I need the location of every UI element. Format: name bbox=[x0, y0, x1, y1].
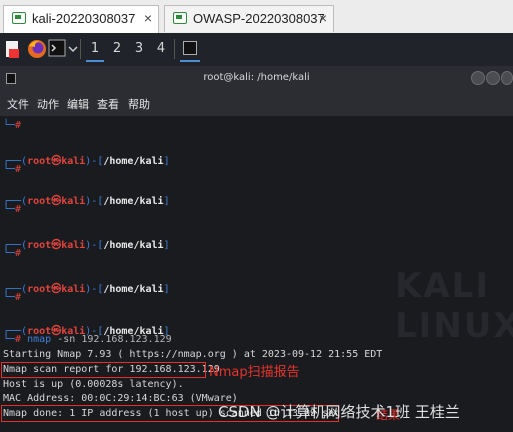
close-button[interactable] bbox=[501, 71, 513, 85]
taskbar-terminal-icon[interactable] bbox=[180, 38, 200, 62]
top-panel: 1 2 3 4 bbox=[0, 33, 513, 66]
output-line: MAC Address: 00:0C:29:14:BC:63 (VMware) bbox=[3, 393, 238, 404]
scan-report-annotation: Nmap扫描报告 bbox=[209, 365, 300, 380]
workspace-4[interactable]: 4 bbox=[152, 40, 170, 60]
menu-help[interactable]: 帮助 bbox=[128, 96, 150, 112]
maximize-button[interactable] bbox=[486, 71, 500, 85]
output-line: Starting Nmap 7.93 ( https://nmap.org ) … bbox=[3, 349, 383, 360]
prompt-line: ┌──(root㉿kali)-[/home/kali] bbox=[3, 240, 170, 251]
csdn-watermark: CSDN @计算机网络技术1班 王桂兰 bbox=[218, 403, 460, 421]
panel-separator bbox=[174, 39, 175, 59]
vm-icon bbox=[173, 12, 187, 24]
terminal-launcher-icon[interactable] bbox=[48, 38, 78, 60]
vm-icon bbox=[12, 12, 26, 24]
vm-tab-kali[interactable]: kali-20220308037 × bbox=[3, 5, 159, 33]
vm-tab-label: OWASP-20220308037 bbox=[193, 11, 325, 26]
kali-menu-icon[interactable] bbox=[3, 39, 23, 61]
workspace-1[interactable]: 1 bbox=[86, 40, 104, 62]
close-icon[interactable]: × bbox=[319, 10, 327, 26]
close-icon[interactable]: × bbox=[144, 10, 152, 26]
menu-edit[interactable]: 编辑 bbox=[67, 96, 89, 112]
firefox-icon[interactable] bbox=[26, 38, 48, 60]
panel-separator bbox=[80, 39, 81, 59]
command-line: └─# nmap -sn 192.168.123.129 bbox=[3, 334, 172, 345]
scan-report-highlight bbox=[1, 362, 206, 378]
prompt-tail: └─# bbox=[3, 164, 22, 175]
window-title: root@kali: /home/kali bbox=[203, 72, 310, 83]
kali-watermark: KALI LINUX bbox=[395, 266, 513, 346]
workspace-3[interactable]: 3 bbox=[130, 40, 148, 60]
prompt-line: ┌──(root㉿kali)-[/home/kali] bbox=[3, 196, 170, 207]
terminal-body[interactable]: KALI LINUX └─# ┌──(root㉿kali)-[/home/kal… bbox=[0, 116, 513, 432]
prompt-tail: └─# bbox=[3, 120, 22, 131]
prompt-tail: └─# bbox=[3, 292, 22, 303]
menu-action[interactable]: 动作 bbox=[37, 96, 59, 112]
minimize-button[interactable] bbox=[471, 71, 485, 85]
menu-view[interactable]: 查看 bbox=[97, 96, 119, 112]
vm-tab-label: kali-20220308037 bbox=[32, 11, 136, 26]
output-line: Host is up (0.00028s latency). bbox=[3, 379, 184, 390]
prompt-line: ┌──(root㉿kali)-[/home/kali] bbox=[3, 284, 170, 295]
workspace-2[interactable]: 2 bbox=[108, 40, 126, 60]
prompt-line: ┌──(root㉿kali)-[/home/kali] bbox=[3, 156, 170, 167]
terminal-titlebar: root@kali: /home/kali bbox=[0, 66, 513, 92]
vm-tab-strip: kali-20220308037 × OWASP-20220308037 × bbox=[0, 0, 513, 34]
vm-tab-owasp[interactable]: OWASP-20220308037 × bbox=[164, 5, 334, 32]
menu-bar: 文件 动作 编辑 查看 帮助 bbox=[0, 92, 513, 116]
prompt-tail: └─# bbox=[3, 204, 22, 215]
menu-file[interactable]: 文件 bbox=[7, 96, 29, 112]
prompt-tail: └─# bbox=[3, 248, 22, 259]
